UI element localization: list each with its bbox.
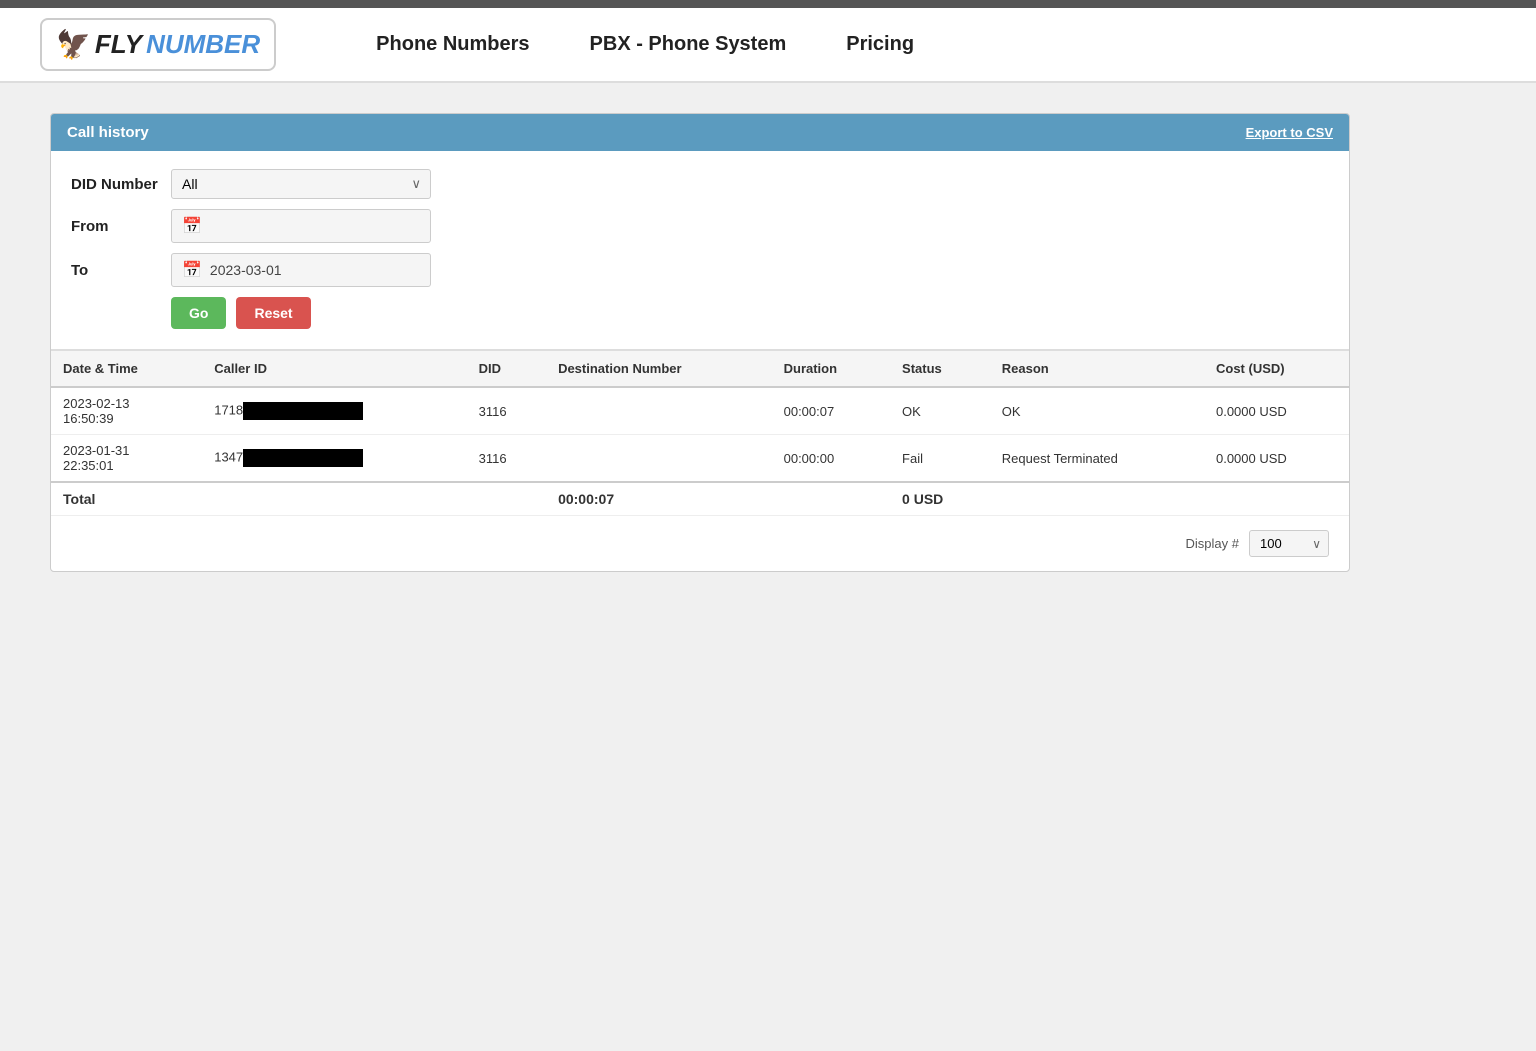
to-date-value: 2023-03-01 <box>210 262 282 278</box>
display-label: Display # <box>1186 536 1239 551</box>
row2-time: 22:35:01 <box>63 458 190 473</box>
logo-area: 🦅 FLYNUMBER <box>40 18 276 71</box>
total-empty-callerid <box>202 482 466 515</box>
logo-fly-text: FLY <box>95 29 142 60</box>
panel-footer: Display # 25 50 100 250 <box>51 515 1349 571</box>
cell-destination <box>546 387 772 435</box>
header: 🦅 FLYNUMBER Phone Numbers PBX - Phone Sy… <box>0 8 1536 83</box>
col-did: DID <box>467 351 546 388</box>
table-header-row: Date & Time Caller ID DID Destination Nu… <box>51 351 1349 388</box>
total-empty-reason <box>990 482 1204 515</box>
total-cost: 0 USD <box>890 482 990 515</box>
main-nav: Phone Numbers PBX - Phone System Pricing <box>376 33 914 56</box>
total-empty-did <box>467 482 546 515</box>
cell-callerid: 1347 <box>202 435 466 483</box>
from-filter-row: From 📅 <box>71 209 1329 243</box>
main-content: Call history Export to CSV DID Number Al… <box>0 83 1536 602</box>
nav-phone-numbers[interactable]: Phone Numbers <box>376 33 529 56</box>
cell-duration: 00:00:00 <box>772 435 890 483</box>
col-reason: Reason <box>990 351 1204 388</box>
logo-number-text: NUMBER <box>146 29 260 60</box>
from-calendar-icon[interactable]: 📅 <box>182 216 202 236</box>
row2-callerid-redacted <box>243 449 363 467</box>
row2-date: 2023-01-31 <box>63 443 190 458</box>
cell-cost: 0.0000 USD <box>1204 435 1349 483</box>
row2-callerid-prefix: 1347 <box>214 449 243 464</box>
cell-cost: 0.0000 USD <box>1204 387 1349 435</box>
table-row: 2023-02-13 16:50:39 1718 3116 00:00:07 O… <box>51 387 1349 435</box>
row1-callerid-prefix: 1718 <box>214 402 243 417</box>
col-callerid: Caller ID <box>202 351 466 388</box>
to-label: To <box>71 262 161 279</box>
col-cost: Cost (USD) <box>1204 351 1349 388</box>
total-row: Total 00:00:07 0 USD <box>51 482 1349 515</box>
from-date-input[interactable]: 📅 <box>171 209 431 243</box>
logo-wings-icon: 🦅 <box>56 28 91 61</box>
table-row: 2023-01-31 22:35:01 1347 3116 00:00:00 F… <box>51 435 1349 483</box>
cell-did: 3116 <box>467 435 546 483</box>
col-datetime: Date & Time <box>51 351 202 388</box>
to-filter-row: To 📅 2023-03-01 <box>71 253 1329 287</box>
did-select[interactable]: All <box>171 169 431 199</box>
cell-duration: 00:00:07 <box>772 387 890 435</box>
cell-reason: Request Terminated <box>990 435 1204 483</box>
display-select-wrapper: 25 50 100 250 <box>1249 530 1329 557</box>
cell-callerid: 1718 <box>202 387 466 435</box>
cell-status: Fail <box>890 435 990 483</box>
row1-callerid-redacted <box>243 402 363 420</box>
row2-did-suffix: 3116 <box>479 451 507 466</box>
call-history-table: Date & Time Caller ID DID Destination Nu… <box>51 350 1349 515</box>
table-body: 2023-02-13 16:50:39 1718 3116 00:00:07 O… <box>51 387 1349 515</box>
from-label: From <box>71 218 161 235</box>
cell-destination <box>546 435 772 483</box>
panel-title: Call history <box>67 124 149 141</box>
call-history-panel: Call history Export to CSV DID Number Al… <box>50 113 1350 572</box>
nav-pbx[interactable]: PBX - Phone System <box>590 33 787 56</box>
row1-time: 16:50:39 <box>63 411 190 426</box>
cell-reason: OK <box>990 387 1204 435</box>
total-empty-cost <box>1204 482 1349 515</box>
reset-button[interactable]: Reset <box>236 297 310 329</box>
table-header: Date & Time Caller ID DID Destination Nu… <box>51 351 1349 388</box>
total-label: Total <box>51 482 202 515</box>
filter-form: DID Number All From 📅 To 📅 <box>51 151 1349 350</box>
panel-header: Call history Export to CSV <box>51 114 1349 151</box>
top-bar <box>0 0 1536 8</box>
cell-datetime: 2023-02-13 16:50:39 <box>51 387 202 435</box>
export-csv-button[interactable]: Export to CSV <box>1246 125 1333 140</box>
cell-did: 3116 <box>467 387 546 435</box>
did-filter-row: DID Number All <box>71 169 1329 199</box>
col-destination: Destination Number <box>546 351 772 388</box>
logo-box: 🦅 FLYNUMBER <box>40 18 276 71</box>
to-calendar-icon[interactable]: 📅 <box>182 260 202 280</box>
nav-pricing[interactable]: Pricing <box>846 33 914 56</box>
display-select[interactable]: 25 50 100 250 <box>1249 530 1329 557</box>
row1-date: 2023-02-13 <box>63 396 190 411</box>
cell-status: OK <box>890 387 990 435</box>
cell-datetime: 2023-01-31 22:35:01 <box>51 435 202 483</box>
row1-did-suffix: 3116 <box>479 404 507 419</box>
total-duration: 00:00:07 <box>546 482 772 515</box>
total-empty-status-col <box>772 482 890 515</box>
col-status: Status <box>890 351 990 388</box>
filter-buttons-row: Go Reset <box>71 297 1329 329</box>
to-date-input[interactable]: 📅 2023-03-01 <box>171 253 431 287</box>
go-button[interactable]: Go <box>171 297 226 329</box>
col-duration: Duration <box>772 351 890 388</box>
did-label: DID Number <box>71 176 161 193</box>
did-select-wrapper: All <box>171 169 431 199</box>
